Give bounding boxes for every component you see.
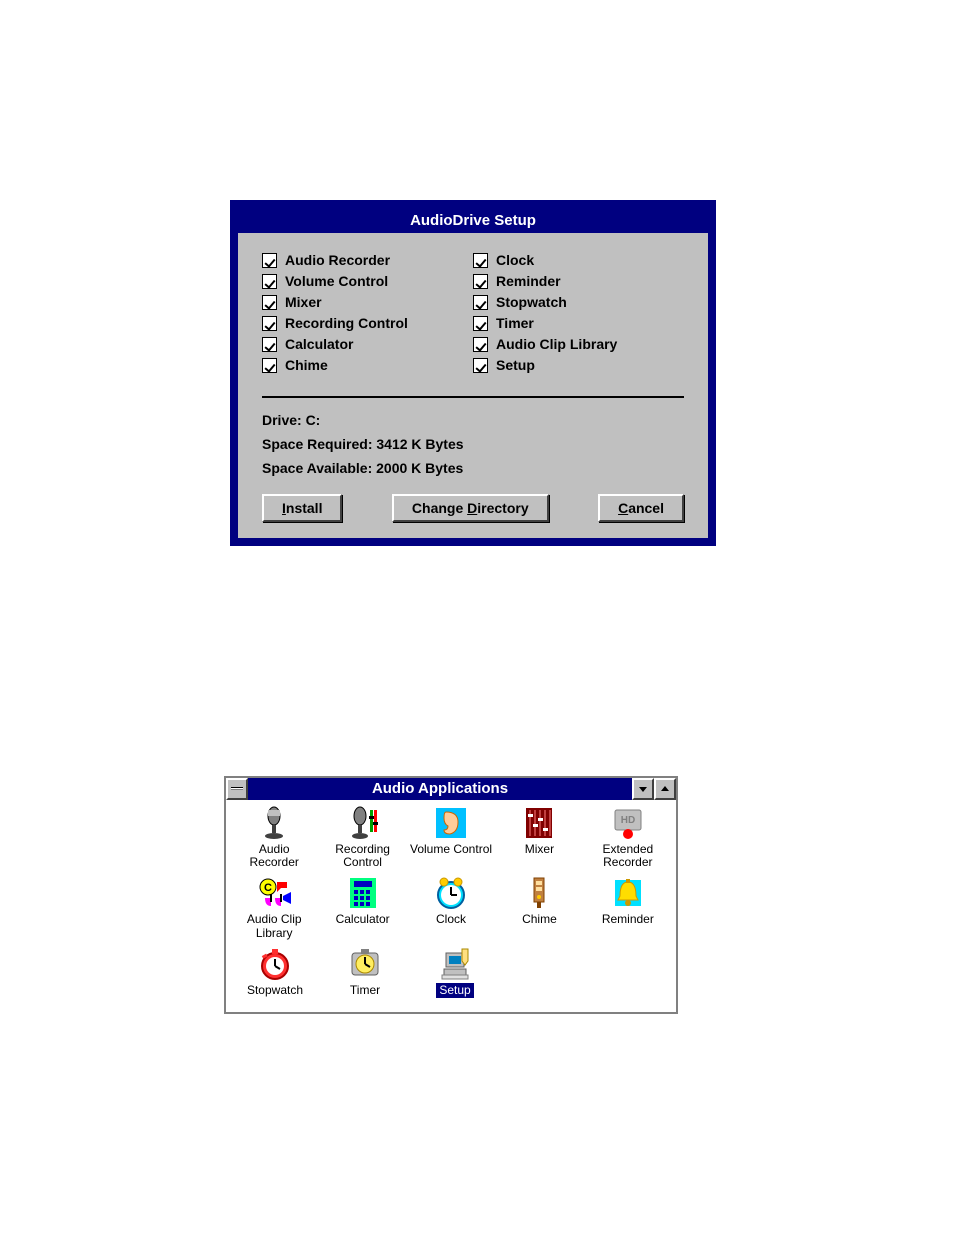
install-button[interactable]: Install [262,494,342,522]
checkbox-icon [473,295,488,310]
checkbox-timer[interactable]: Timer [473,315,684,331]
app-icon-mixer[interactable]: Mixer [495,806,583,870]
app-icon-volume-control[interactable]: Volume Control [407,806,495,870]
minimize-button[interactable] [632,778,654,800]
checkbox-icon [473,274,488,289]
dialog-title: AudioDrive Setup [238,208,708,233]
checkbox-icon [262,337,277,352]
computer-setup-icon [438,947,472,981]
svg-text:HD: HD [621,815,635,826]
checkbox-audio-recorder[interactable]: Audio Recorder [262,252,473,268]
checkbox-recording-control[interactable]: Recording Control [262,315,473,331]
checkbox-icon [473,358,488,373]
checkbox-mixer[interactable]: Mixer [262,294,473,310]
app-icon-recording-control[interactable]: Recording Control [318,806,406,870]
bell-icon [611,876,645,910]
checkbox-icon [473,316,488,331]
microphone-icon [257,806,291,840]
checkbox-reminder[interactable]: Reminder [473,273,684,289]
icon-grid: Audio RecorderRecording ControlVolume Co… [226,800,676,1012]
checkbox-icon [473,337,488,352]
checkbox-icon [262,295,277,310]
svg-text:C: C [264,882,272,894]
icon-label: Recording Control [318,842,406,870]
maximize-button[interactable] [654,778,676,800]
icon-label: Stopwatch [244,983,306,998]
icon-label: Audio Recorder [230,842,318,870]
microphone-sliders-icon [346,806,380,840]
space-available-info: Space Available: 2000 K Bytes [262,460,684,476]
icon-label: Audio Clip Library [230,912,318,940]
space-required-info: Space Required: 3412 K Bytes [262,436,684,452]
icon-label: Clock [433,912,469,927]
checkbox-volume-control[interactable]: Volume Control [262,273,473,289]
mixer-icon [522,806,556,840]
chime-icon [522,876,556,910]
icon-label: Calculator [333,912,393,927]
checkbox-setup[interactable]: Setup [473,357,684,373]
ear-icon [434,806,468,840]
drive-info: Drive: C: [262,412,684,428]
checkbox-column-right: Clock Reminder Stopwatch Timer Audio Cli… [473,247,684,378]
checkbox-audio-clip-library[interactable]: Audio Clip Library [473,336,684,352]
audio-applications-window: Audio Applications Audio RecorderRecordi… [224,776,678,1014]
checkbox-icon [262,253,277,268]
icon-label: Chime [519,912,560,927]
divider [262,396,684,398]
checkbox-column-left: Audio Recorder Volume Control Mixer Reco… [262,247,473,378]
system-menu-icon [231,787,243,791]
audiodrive-setup-dialog: AudioDrive Setup Audio Recorder Volume C… [230,200,716,546]
app-icon-clock[interactable]: Clock [407,876,495,940]
app-icon-extended-recorder[interactable]: HD Extended Recorder [584,806,672,870]
checkbox-stopwatch[interactable]: Stopwatch [473,294,684,310]
icon-label: Timer [347,983,383,998]
app-icon-audio-clip-library[interactable]: C Audio Clip Library [230,876,318,940]
clock-icon [434,876,468,910]
icon-label: Volume Control [407,842,495,857]
install-label-rest: nstall [286,500,323,516]
app-icon-calculator[interactable]: Calculator [318,876,406,940]
system-menu-button[interactable] [226,778,248,800]
checkbox-calculator[interactable]: Calculator [262,336,473,352]
checkbox-icon [473,253,488,268]
checkbox-clock[interactable]: Clock [473,252,684,268]
maximize-icon [660,784,670,794]
calculator-icon [346,876,380,910]
icon-label: Setup [436,983,473,998]
app-icon-setup[interactable]: Setup [410,947,500,998]
minimize-icon [638,784,648,794]
cancel-button[interactable]: Cancel [598,494,684,522]
icon-label: Extended Recorder [584,842,672,870]
icon-label: Reminder [599,912,657,927]
app-icon-reminder[interactable]: Reminder [584,876,672,940]
app-icon-timer[interactable]: Timer [320,947,410,998]
app-icon-audio-recorder[interactable]: Audio Recorder [230,806,318,870]
app-icon-chime[interactable]: Chime [495,876,583,940]
app-icon-stopwatch[interactable]: Stopwatch [230,947,320,998]
checkbox-icon [262,274,277,289]
window-title: Audio Applications [248,778,632,800]
checkbox-icon [262,316,277,331]
icon-label: Mixer [522,842,557,857]
change-directory-button[interactable]: Change Directory [392,494,549,522]
checkbox-chime[interactable]: Chime [262,357,473,373]
audio-clip-icon: C [257,876,291,910]
hd-recorder-icon: HD [611,806,645,840]
checkbox-icon [262,358,277,373]
stopwatch-icon [258,947,292,981]
timer-icon [348,947,382,981]
